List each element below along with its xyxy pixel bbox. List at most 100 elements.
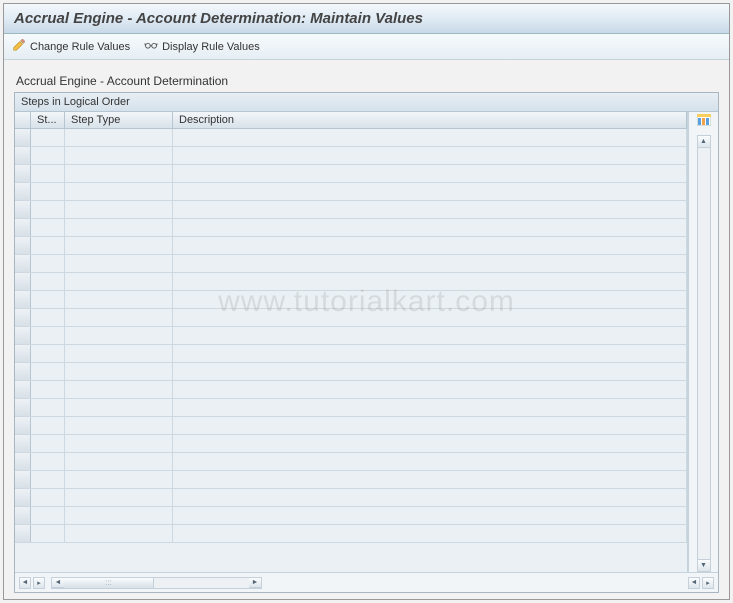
cell-description[interactable]	[173, 147, 687, 164]
change-rule-values-button[interactable]: Change Rule Values	[12, 38, 130, 55]
cell-step-type[interactable]	[65, 147, 173, 164]
table-row[interactable]	[15, 345, 687, 363]
nav-prev-button[interactable]: ▸	[33, 577, 45, 589]
cell-st[interactable]	[31, 309, 65, 326]
cell-step-type[interactable]	[65, 129, 173, 146]
row-handle[interactable]	[15, 219, 31, 236]
column-header-step-type[interactable]: Step Type	[65, 112, 173, 128]
cell-st[interactable]	[31, 399, 65, 416]
row-handle[interactable]	[15, 363, 31, 380]
cell-description[interactable]	[173, 489, 687, 506]
cell-description[interactable]	[173, 417, 687, 434]
row-handle[interactable]	[15, 489, 31, 506]
cell-st[interactable]	[31, 453, 65, 470]
cell-step-type[interactable]	[65, 453, 173, 470]
row-handle[interactable]	[15, 507, 31, 524]
row-handle[interactable]	[15, 417, 31, 434]
table-row[interactable]	[15, 435, 687, 453]
cell-step-type[interactable]	[65, 273, 173, 290]
table-row[interactable]	[15, 309, 687, 327]
cell-description[interactable]	[173, 273, 687, 290]
select-all-handle[interactable]	[15, 112, 31, 128]
row-handle[interactable]	[15, 255, 31, 272]
table-row[interactable]	[15, 237, 687, 255]
hscroll-track[interactable]	[154, 578, 249, 588]
cell-st[interactable]	[31, 129, 65, 146]
hscroll-left-button[interactable]: ◄	[52, 578, 64, 588]
cell-description[interactable]	[173, 345, 687, 362]
row-handle[interactable]	[15, 399, 31, 416]
cell-description[interactable]	[173, 201, 687, 218]
table-row[interactable]	[15, 129, 687, 147]
row-handle[interactable]	[15, 327, 31, 344]
column-header-description[interactable]: Description	[173, 112, 687, 128]
cell-st[interactable]	[31, 345, 65, 362]
nav-first-button[interactable]: ◄	[19, 577, 31, 589]
cell-step-type[interactable]	[65, 201, 173, 218]
row-handle[interactable]	[15, 453, 31, 470]
cell-step-type[interactable]	[65, 327, 173, 344]
scroll-up-button[interactable]: ▲	[698, 136, 710, 148]
cell-description[interactable]	[173, 525, 687, 542]
table-row[interactable]	[15, 525, 687, 543]
table-row[interactable]	[15, 381, 687, 399]
table-row[interactable]	[15, 417, 687, 435]
row-handle[interactable]	[15, 435, 31, 452]
cell-step-type[interactable]	[65, 381, 173, 398]
cell-description[interactable]	[173, 291, 687, 308]
hscroll-right-button[interactable]: ►	[249, 578, 261, 588]
table-row[interactable]	[15, 147, 687, 165]
cell-st[interactable]	[31, 291, 65, 308]
table-row[interactable]	[15, 165, 687, 183]
cell-step-type[interactable]	[65, 435, 173, 452]
display-rule-values-button[interactable]: Display Rule Values	[144, 38, 260, 55]
cell-description[interactable]	[173, 471, 687, 488]
table-row[interactable]	[15, 291, 687, 309]
cell-step-type[interactable]	[65, 363, 173, 380]
cell-step-type[interactable]	[65, 399, 173, 416]
cell-step-type[interactable]	[65, 525, 173, 542]
table-row[interactable]	[15, 471, 687, 489]
table-row[interactable]	[15, 399, 687, 417]
column-header-st[interactable]: St...	[31, 112, 65, 128]
row-handle[interactable]	[15, 273, 31, 290]
table-row[interactable]	[15, 255, 687, 273]
cell-st[interactable]	[31, 201, 65, 218]
cell-step-type[interactable]	[65, 219, 173, 236]
cell-description[interactable]	[173, 183, 687, 200]
horizontal-scrollbar[interactable]: ◄ ::: ►	[51, 577, 262, 589]
cell-st[interactable]	[31, 237, 65, 254]
cell-st[interactable]	[31, 471, 65, 488]
cell-st[interactable]	[31, 183, 65, 200]
cell-step-type[interactable]	[65, 309, 173, 326]
row-handle[interactable]	[15, 237, 31, 254]
row-handle[interactable]	[15, 147, 31, 164]
row-handle[interactable]	[15, 291, 31, 308]
cell-step-type[interactable]	[65, 183, 173, 200]
cell-step-type[interactable]	[65, 165, 173, 182]
cell-st[interactable]	[31, 255, 65, 272]
row-handle[interactable]	[15, 165, 31, 182]
cell-description[interactable]	[173, 237, 687, 254]
cell-st[interactable]	[31, 147, 65, 164]
table-row[interactable]	[15, 273, 687, 291]
cell-st[interactable]	[31, 327, 65, 344]
cell-description[interactable]	[173, 381, 687, 398]
cell-st[interactable]	[31, 363, 65, 380]
cell-st[interactable]	[31, 525, 65, 542]
hscroll-thumb[interactable]: :::	[64, 578, 154, 588]
cell-st[interactable]	[31, 273, 65, 290]
vertical-scrollbar[interactable]: ▲ ▼	[697, 135, 711, 572]
nav-next-button[interactable]: ◄	[688, 577, 700, 589]
row-handle[interactable]	[15, 471, 31, 488]
row-handle[interactable]	[15, 309, 31, 326]
cell-step-type[interactable]	[65, 471, 173, 488]
table-row[interactable]	[15, 327, 687, 345]
cell-description[interactable]	[173, 219, 687, 236]
cell-st[interactable]	[31, 381, 65, 398]
cell-description[interactable]	[173, 309, 687, 326]
cell-st[interactable]	[31, 507, 65, 524]
cell-step-type[interactable]	[65, 417, 173, 434]
row-handle[interactable]	[15, 201, 31, 218]
cell-step-type[interactable]	[65, 291, 173, 308]
